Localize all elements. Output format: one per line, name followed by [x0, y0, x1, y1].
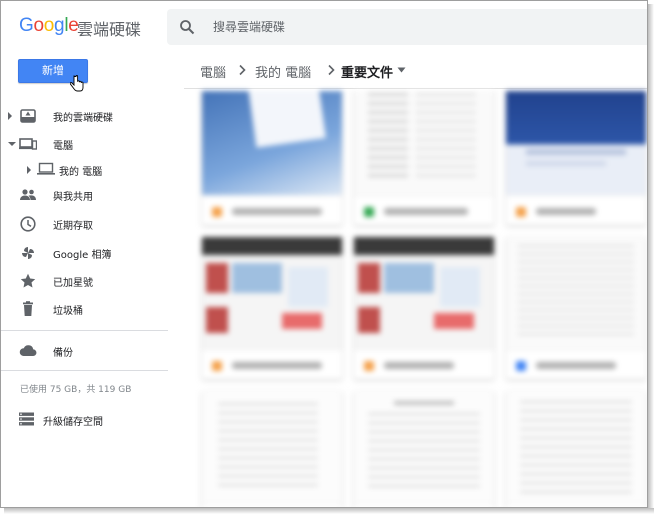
expand-caret-icon[interactable] — [8, 112, 12, 120]
drive-icon — [20, 109, 36, 123]
file-card[interactable] — [202, 91, 342, 225]
google-logo[interactable]: Google — [19, 15, 79, 37]
upgrade-storage-label: 升級儲存空間 — [43, 417, 103, 428]
sidebar-divider — [1, 330, 168, 331]
app-window: Google 雲端硬碟 新增 我的雲端硬碟 — [0, 0, 648, 508]
sidebar-item-label: 近期存取 — [53, 221, 93, 232]
sidebar-item-my-drive[interactable]: 我的雲端硬碟 — [1, 102, 184, 130]
sidebar-item-computers[interactable]: 電腦 — [1, 130, 184, 158]
file-card[interactable] — [354, 391, 494, 507]
sidebar-item-label: 電腦 — [53, 141, 73, 152]
file-thumbnail — [506, 237, 646, 349]
sidebar-item-label: 我的雲端硬碟 — [53, 113, 113, 124]
sidebar: 新增 我的雲端硬碟 電腦 我的 電腦 與我共用 近期存取 Google 相簿 已… — [1, 51, 184, 507]
sidebar-item-recent[interactable]: 近期存取 — [1, 210, 184, 238]
clock-icon — [20, 216, 36, 232]
file-card[interactable] — [506, 391, 646, 507]
window-shadow — [4, 508, 654, 514]
search-icon[interactable] — [179, 19, 195, 35]
file-card[interactable] — [354, 237, 494, 379]
sidebar-item-label: Google 相簿 — [53, 250, 112, 261]
file-card-footer — [354, 195, 494, 225]
file-thumbnail — [354, 237, 494, 349]
window-shadow — [648, 4, 654, 514]
file-card[interactable] — [354, 91, 494, 225]
caret-down-icon[interactable] — [397, 67, 406, 73]
chevron-right-icon — [239, 64, 246, 76]
storage-stack-icon — [19, 412, 34, 426]
sidebar-item-backups[interactable]: 備份 — [1, 337, 184, 365]
logo-letter: o — [43, 15, 55, 36]
computers-icon — [19, 138, 37, 150]
chevron-right-icon — [328, 64, 335, 76]
file-card-footer — [202, 195, 342, 225]
file-thumbnail — [354, 391, 494, 503]
breadcrumb-item-my-computer[interactable]: 我的 電腦 — [255, 62, 311, 81]
sidebar-item-label: 我的 電腦 — [59, 167, 103, 178]
cloud-icon — [19, 345, 37, 357]
star-icon — [20, 273, 36, 288]
file-card-footer — [354, 349, 494, 379]
sidebar-item-label: 備份 — [53, 348, 73, 359]
breadcrumb-item-current-folder[interactable]: 重要文件 — [341, 62, 393, 81]
search-bar[interactable] — [167, 9, 647, 45]
laptop-icon — [37, 162, 55, 175]
main-content: 電腦 我的 電腦 重要文件 — [184, 51, 647, 507]
sidebar-divider — [1, 370, 168, 371]
logo-letter: o — [33, 15, 44, 36]
file-thumbnail — [202, 391, 342, 503]
sidebar-item-label: 已加星號 — [53, 278, 93, 289]
file-thumbnail — [506, 391, 646, 503]
logo-letter: G — [19, 15, 34, 36]
file-card[interactable] — [506, 91, 646, 225]
file-card[interactable] — [506, 237, 646, 379]
file-grid — [198, 91, 647, 507]
file-card[interactable] — [202, 237, 342, 379]
expand-caret-icon[interactable] — [27, 166, 31, 174]
logo-letter: g — [54, 15, 65, 36]
sidebar-item-starred[interactable]: 已加星號 — [1, 267, 184, 295]
product-name: 雲端硬碟 — [77, 20, 142, 39]
sidebar-item-my-computer[interactable]: 我的 電腦 — [1, 156, 184, 184]
file-card-footer — [506, 349, 646, 379]
sidebar-item-photos[interactable]: Google 相簿 — [1, 239, 184, 267]
upgrade-storage-link[interactable]: 升級儲存空間 — [1, 408, 184, 430]
photos-pinwheel-icon — [22, 247, 34, 259]
sidebar-item-label: 與我共用 — [53, 192, 93, 203]
hand-cursor-icon — [70, 75, 84, 92]
sidebar-item-shared[interactable]: 與我共用 — [1, 181, 184, 209]
trash-icon — [23, 301, 33, 316]
search-input[interactable] — [213, 17, 593, 37]
file-card-footer — [202, 349, 342, 379]
file-card[interactable] — [202, 391, 342, 507]
sidebar-item-label: 垃圾桶 — [53, 306, 83, 317]
top-bar: Google 雲端硬碟 — [1, 1, 647, 51]
storage-usage-text: 已使用 75 GB，共 119 GB — [20, 385, 132, 395]
collapse-caret-icon[interactable] — [8, 142, 16, 146]
file-thumbnail — [202, 91, 342, 195]
file-thumbnail — [354, 91, 494, 195]
breadcrumb-item-computers[interactable]: 電腦 — [200, 62, 226, 81]
file-card-footer — [506, 195, 646, 225]
shared-people-icon — [20, 189, 36, 200]
sidebar-item-trash[interactable]: 垃圾桶 — [1, 295, 184, 323]
file-thumbnail — [202, 237, 342, 349]
file-thumbnail — [506, 91, 646, 195]
